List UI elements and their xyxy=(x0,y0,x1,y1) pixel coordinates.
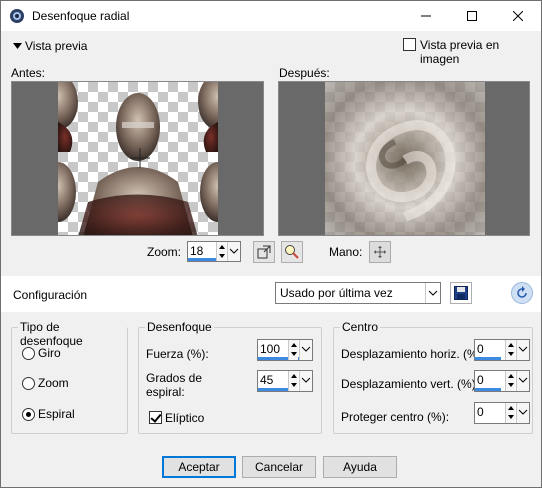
protect-center-label: Proteger centro (%): xyxy=(341,410,450,424)
horiz-offset-spinbox[interactable]: 0 xyxy=(474,339,530,361)
horiz-offset-dropdown-arrow[interactable] xyxy=(516,340,529,360)
spiral-degrees-dropdown-arrow[interactable] xyxy=(299,371,312,391)
strength-dropdown-arrow[interactable] xyxy=(299,340,312,360)
vert-offset-label: Desplazamiento vert. (%): xyxy=(341,377,480,391)
window-title: Desenfoque radial xyxy=(32,9,130,23)
strength-stepper[interactable] xyxy=(288,340,298,360)
reset-icon xyxy=(517,286,527,298)
hand-tool-button[interactable] xyxy=(369,241,391,263)
zoom-label: Zoom: xyxy=(147,245,182,259)
hand-label: Mano: xyxy=(329,245,363,259)
before-preview[interactable] xyxy=(11,81,264,236)
close-icon xyxy=(513,11,523,21)
protect-center-dropdown-arrow[interactable] xyxy=(516,403,529,423)
spiral-degrees-stepper[interactable] xyxy=(288,371,298,391)
dialog-window: Desenfoque radial Vista previa Vista pre… xyxy=(0,0,542,488)
radio-giro-label: Giro xyxy=(38,346,61,360)
vert-offset-dropdown-arrow[interactable] xyxy=(516,371,529,391)
maximize-button[interactable] xyxy=(449,1,495,31)
preset-value: Usado por última vez xyxy=(280,286,393,300)
stepper-arrows-icon xyxy=(508,374,514,387)
stepper-arrows-icon xyxy=(508,406,514,419)
strength-value: 100 xyxy=(260,342,281,356)
zoom-spinbox[interactable]: 18 xyxy=(187,241,241,262)
radio-espiral-label: Espiral xyxy=(38,407,75,421)
save-preset-button[interactable] xyxy=(450,282,472,304)
chevron-down-icon xyxy=(428,290,438,296)
chevron-down-icon xyxy=(518,377,528,383)
radio-giro[interactable] xyxy=(22,347,35,360)
strength-spinbox[interactable]: 100 xyxy=(257,339,313,361)
blur-type-title: Tipo de desenfoque xyxy=(18,320,127,348)
resize-icon xyxy=(257,245,271,259)
preset-combobox[interactable]: Usado por última vez xyxy=(275,282,441,304)
config-label: Configuración xyxy=(13,288,88,302)
floppy-disk-icon xyxy=(454,286,468,300)
preview-toggle[interactable]: Vista previa xyxy=(13,39,87,53)
after-image xyxy=(325,82,485,235)
horiz-offset-value: 0 xyxy=(477,342,484,356)
horiz-offset-label: Desplazamiento horiz. (%): xyxy=(341,347,486,361)
spiral-degrees-spinbox[interactable]: 45 xyxy=(257,370,313,392)
preview-on-image-label: Vista previa en imagen xyxy=(420,38,500,66)
elliptic-label: Elíptico xyxy=(165,411,205,425)
protect-center-stepper[interactable] xyxy=(505,403,515,423)
preview-toggle-label: Vista previa xyxy=(25,39,88,53)
maximize-icon xyxy=(467,11,477,21)
spiral-degrees-label-2: espiral: xyxy=(146,385,185,399)
accept-button[interactable]: Aceptar xyxy=(162,456,236,478)
before-image xyxy=(58,82,218,235)
preset-dropdown-arrow[interactable] xyxy=(425,283,440,303)
minimize-button[interactable] xyxy=(403,1,449,31)
vert-offset-spinbox[interactable]: 0 xyxy=(474,370,530,392)
after-preview xyxy=(278,81,530,236)
close-button[interactable] xyxy=(495,1,541,31)
elliptic-checkbox[interactable] xyxy=(149,411,162,424)
spiral-degrees-value: 45 xyxy=(260,373,274,387)
title-bar: Desenfoque radial xyxy=(1,1,541,31)
reset-button[interactable] xyxy=(511,282,533,304)
chevron-down-icon xyxy=(518,346,528,352)
stepper-arrows-icon xyxy=(291,374,297,387)
vert-offset-stepper[interactable] xyxy=(505,371,515,391)
preview-on-image-checkbox[interactable] xyxy=(403,38,416,51)
stepper-arrows-icon xyxy=(291,343,297,356)
after-label: Después: xyxy=(279,66,330,80)
radio-zoom[interactable] xyxy=(22,377,35,390)
app-icon xyxy=(10,9,24,23)
spiral-degrees-label-1: Grados de xyxy=(146,371,203,385)
zoom-value: 18 xyxy=(190,244,204,258)
triangle-down-icon xyxy=(13,42,22,49)
horiz-offset-stepper[interactable] xyxy=(505,340,515,360)
chevron-down-icon xyxy=(229,248,239,254)
vert-offset-value: 0 xyxy=(477,373,484,387)
chevron-down-icon xyxy=(301,377,311,383)
minimize-icon xyxy=(421,15,431,17)
zoom-actual-size-button[interactable] xyxy=(253,241,275,263)
chevron-down-icon xyxy=(301,346,311,352)
stepper-arrows-icon xyxy=(508,343,514,356)
center-title: Centro xyxy=(340,320,381,334)
zoom-stepper[interactable] xyxy=(216,242,226,261)
chevron-down-icon xyxy=(518,409,528,415)
zoom-dropdown-arrow[interactable] xyxy=(227,242,240,261)
radio-zoom-label: Zoom xyxy=(38,376,69,390)
zoom-tool-button[interactable] xyxy=(281,241,303,263)
help-button[interactable]: Ayuda xyxy=(323,456,397,478)
cancel-button[interactable]: Cancelar xyxy=(242,456,316,478)
blur-title: Desenfoque xyxy=(145,320,214,334)
strength-label: Fuerza (%): xyxy=(146,347,209,361)
radio-espiral[interactable] xyxy=(22,408,35,421)
move-icon xyxy=(374,246,386,258)
magnifier-icon xyxy=(285,245,299,259)
protect-center-spinbox[interactable]: 0 xyxy=(474,402,530,424)
stepper-arrows-icon xyxy=(219,245,225,258)
before-label: Antes: xyxy=(11,66,46,80)
protect-center-value: 0 xyxy=(477,405,484,419)
